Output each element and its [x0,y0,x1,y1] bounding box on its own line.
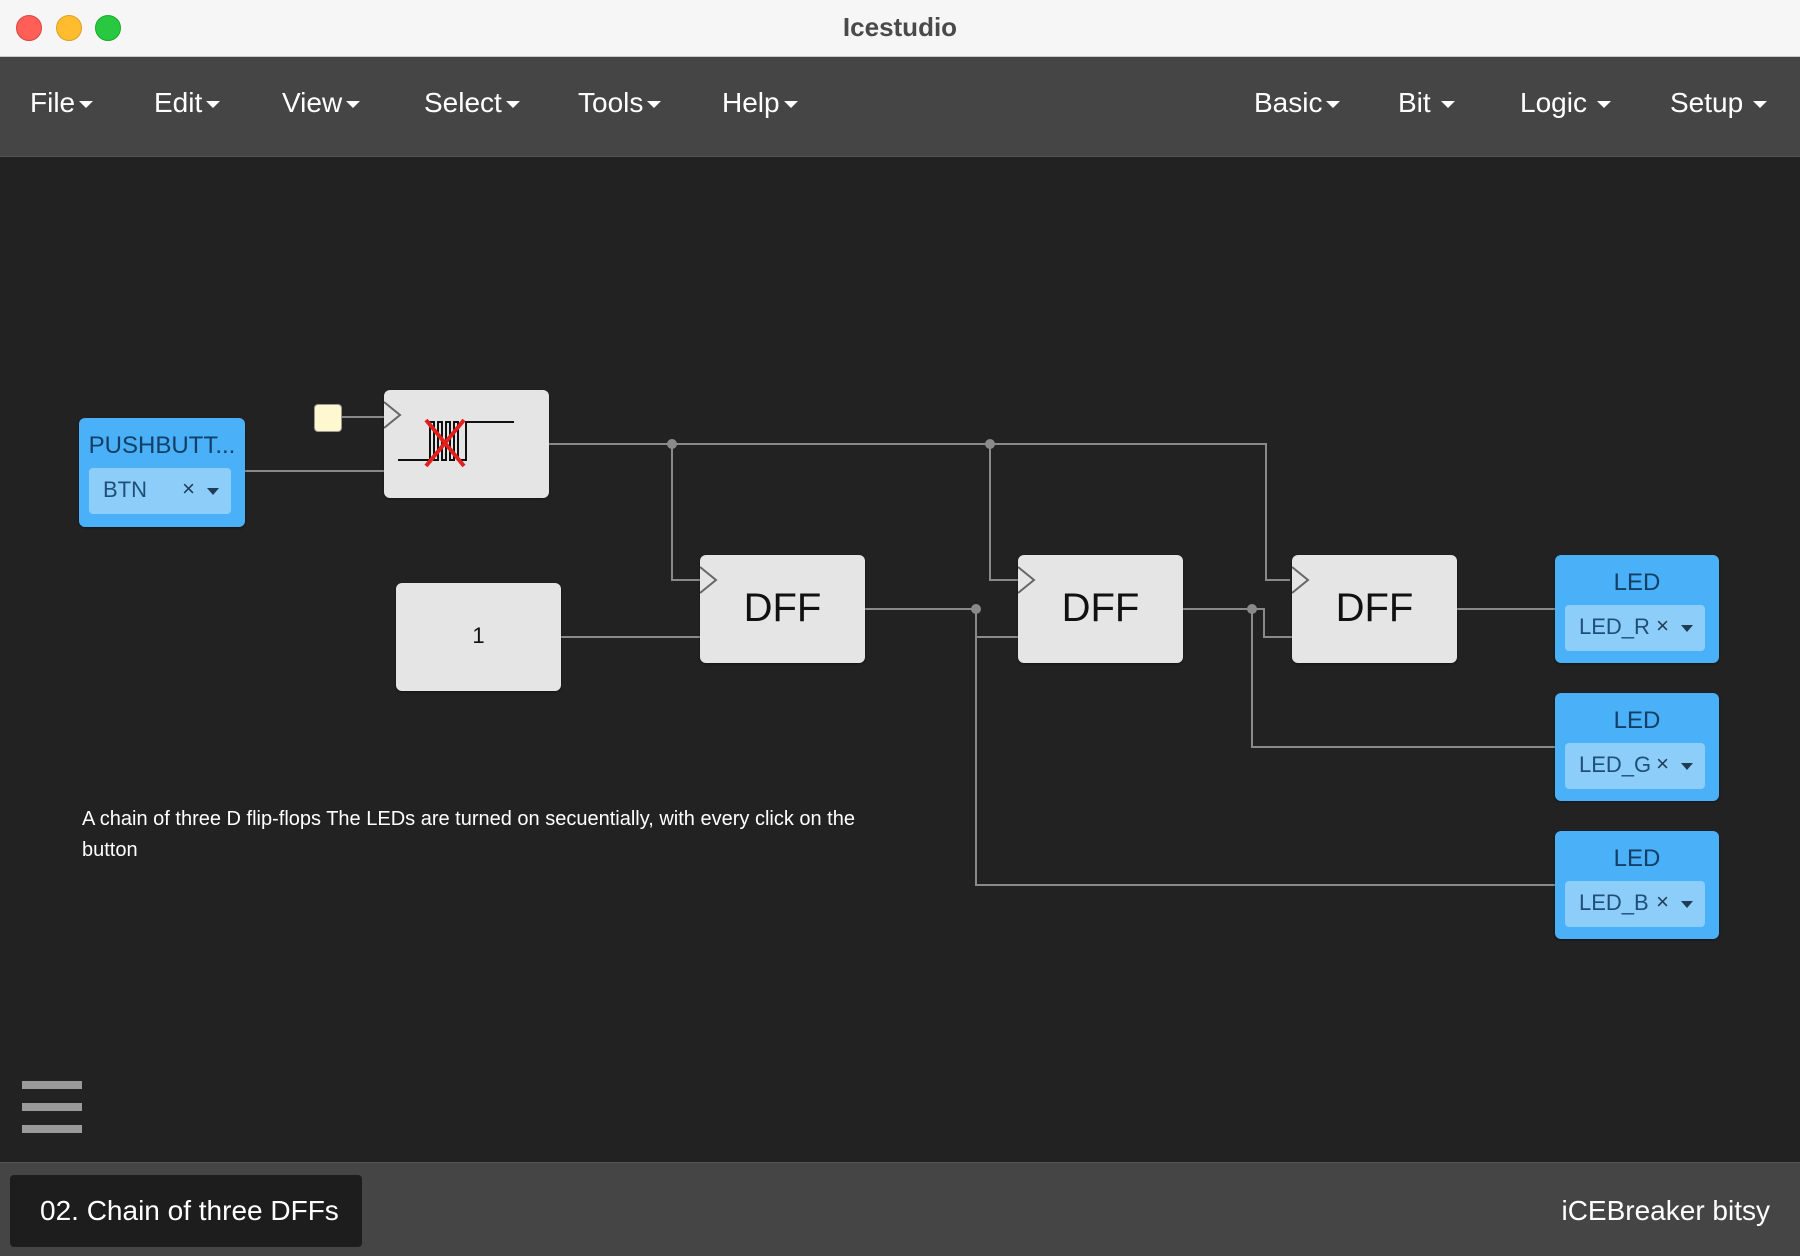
pin-label: BTN [103,477,147,502]
pin-select[interactable]: BTN × [89,468,231,514]
clear-icon[interactable]: × [182,476,195,502]
constant-value: 1 [472,623,485,648]
menu-bit[interactable]: Bit [1398,87,1455,119]
hamburger-menu-icon[interactable] [22,1081,82,1133]
pin-label: LED_R [1579,614,1650,639]
chevron-down-icon [1596,101,1611,109]
title-bar: Icestudio [0,0,1800,57]
wire-junction [1247,604,1257,614]
chevron-down-icon[interactable] [207,488,219,495]
dff-block-1[interactable]: DFF [700,555,865,663]
menu-bar: File Edit View Select Tools Help Basic B… [0,57,1800,157]
dff-label: DFF [1335,586,1414,630]
chevron-down-icon[interactable] [1681,763,1693,770]
output-block-title: LED [1613,707,1661,734]
menu-select[interactable]: Select [424,87,520,119]
hamburger-bar [22,1103,82,1111]
menu-setup[interactable]: Setup [1670,87,1768,119]
clear-icon[interactable]: × [1656,613,1669,639]
constant-block[interactable]: 1 [396,583,561,691]
output-block-led-b[interactable]: LED LED_B × [1555,831,1719,939]
wire [865,608,1018,638]
menu-file[interactable]: File [30,87,94,119]
dff-label: DFF [743,586,822,630]
chevron-down-icon [206,101,221,109]
menu-help[interactable]: Help [722,87,798,119]
output-block-title: LED [1613,569,1661,596]
chevron-down-icon [505,101,520,109]
project-tab-label: 02. Chain of three DFFs [40,1195,339,1226]
dff-block-2[interactable]: DFF [1018,555,1183,663]
debounce-signal-icon [398,418,514,468]
project-tab[interactable]: 02. Chain of three DFFs [10,1175,362,1247]
status-footer: 02. Chain of three DFFs iCEBreaker bitsy [0,1162,1800,1256]
input-block-pushbutton[interactable]: PUSHBUTT... BTN × [79,418,245,527]
chevron-down-icon[interactable] [1681,901,1693,908]
pin-select[interactable]: LED_R × [1565,605,1705,651]
debouncer-block[interactable] [384,390,549,498]
design-canvas[interactable]: PUSHBUTT... BTN × 1 DFF DFF DFF LED LED_… [0,157,1800,1162]
board-name[interactable]: iCEBreaker bitsy [1561,1195,1770,1227]
output-block-led-r[interactable]: LED LED_R × [1555,555,1719,663]
pin-label: LED_B [1579,890,1649,915]
chevron-down-icon[interactable] [1681,625,1693,632]
app-window: Icestudio File Edit View Select Tools He… [0,0,1800,1256]
chevron-down-icon [1753,101,1768,109]
initial-value-toggle[interactable] [314,404,342,432]
dff-block-3[interactable]: DFF [1292,555,1457,663]
pin-label: LED_G [1579,752,1652,777]
hamburger-bar [22,1081,82,1089]
chevron-down-icon [1326,101,1341,109]
comment-text[interactable]: A chain of three D flip-flops The LEDs a… [82,804,902,866]
wires [245,416,1555,886]
window-title: Icestudio [842,12,958,42]
menu-basic[interactable]: Basic [1254,87,1341,119]
wire [671,444,700,581]
clear-icon[interactable]: × [1656,751,1669,777]
input-block-title: PUSHBUTT... [88,432,236,459]
output-block-title: LED [1613,845,1661,872]
wire-junction [667,439,677,449]
output-block-led-g[interactable]: LED LED_G × [1555,693,1719,801]
pin-select[interactable]: LED_B × [1565,881,1705,927]
menu-edit[interactable]: Edit [154,87,221,119]
menu-logic[interactable]: Logic [1520,87,1611,119]
wire [989,444,1018,581]
chevron-down-icon [647,101,662,109]
chevron-down-icon [1440,101,1455,109]
chevron-down-icon [79,101,94,109]
menu-view[interactable]: View [282,87,361,119]
dff-label: DFF [1061,586,1140,630]
menu-tools[interactable]: Tools [578,87,662,119]
pin-select[interactable]: LED_G × [1565,743,1705,789]
chevron-down-icon [783,101,798,109]
wire [1183,608,1292,638]
clear-icon[interactable]: × [1656,889,1669,915]
wire-junction [971,604,981,614]
chevron-down-icon [346,101,361,109]
hamburger-bar [22,1125,82,1133]
wire-junction [985,439,995,449]
